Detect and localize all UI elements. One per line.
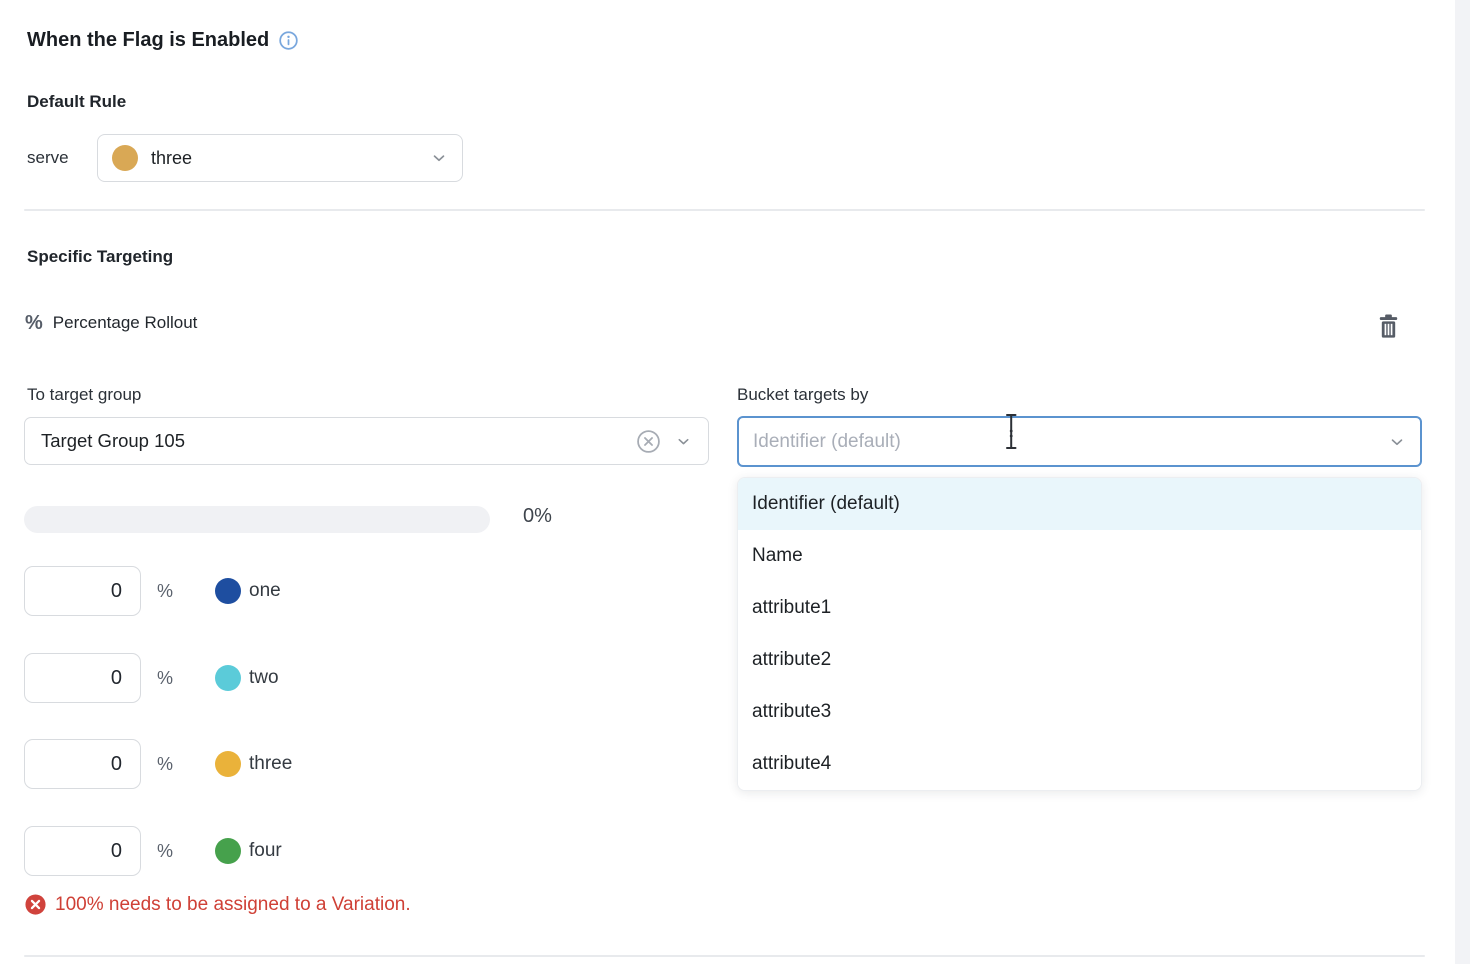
percent-sign: %	[157, 754, 179, 775]
variation-row-four: % four	[24, 826, 282, 876]
percentage-rollout-header: % Percentage Rollout	[25, 313, 197, 333]
variation-percent-input-three[interactable]	[24, 739, 141, 789]
specific-targeting-heading: Specific Targeting	[27, 247, 173, 267]
page-title: When the Flag is Enabled	[27, 29, 299, 52]
variation-name: four	[249, 840, 282, 862]
default-rule-heading: Default Rule	[27, 92, 126, 112]
variation-row-two: % two	[24, 653, 279, 703]
menu-item-attribute4[interactable]: attribute4	[738, 738, 1421, 790]
target-group-value: Target Group 105	[41, 430, 185, 452]
trash-icon[interactable]	[1371, 308, 1405, 344]
variation-row-one: % one	[24, 566, 281, 616]
percent-sign: %	[157, 841, 179, 862]
percentage-rollout-label: Percentage Rollout	[53, 313, 198, 333]
serve-variation-select[interactable]: three	[97, 134, 463, 182]
menu-item-attribute1[interactable]: attribute1	[738, 582, 1421, 634]
variation-percent-input-one[interactable]	[24, 566, 141, 616]
percent-sign: %	[157, 581, 179, 602]
section-divider-bottom	[24, 955, 1425, 957]
flag-targeting-panel: When the Flag is Enabled Default Rule se…	[0, 0, 1470, 964]
variation-color-dot	[215, 838, 241, 864]
section-divider-top	[24, 209, 1425, 211]
variation-percent-input-two[interactable]	[24, 653, 141, 703]
info-icon[interactable]	[278, 30, 299, 51]
clear-icon[interactable]	[636, 429, 661, 454]
variation-color-dot	[215, 665, 241, 691]
menu-item-attribute2[interactable]: attribute2	[738, 634, 1421, 686]
percent-icon: %	[25, 313, 43, 333]
serve-variation-value: three	[151, 148, 192, 169]
variation-percent-input-four[interactable]	[24, 826, 141, 876]
menu-item-identifier-default[interactable]: Identifier (default)	[738, 478, 1421, 530]
error-icon	[24, 893, 47, 916]
menu-item-name[interactable]: Name	[738, 530, 1421, 582]
variation-name: three	[249, 753, 292, 775]
variation-color-dot	[112, 145, 138, 171]
error-message: 100% needs to be assigned to a Variation…	[55, 894, 411, 916]
target-group-label: To target group	[27, 385, 141, 405]
serve-label: serve	[27, 148, 69, 168]
chevron-down-icon	[1388, 433, 1406, 451]
rollout-progress-bar	[24, 506, 490, 533]
page-title-text: When the Flag is Enabled	[27, 29, 269, 52]
variation-name: one	[249, 580, 281, 602]
validation-error: 100% needs to be assigned to a Variation…	[24, 893, 411, 916]
rollout-progress-percent: 0%	[523, 505, 552, 528]
right-rail	[1455, 0, 1470, 964]
bucket-targets-input[interactable]: Identifier (default)	[737, 416, 1422, 467]
percent-sign: %	[157, 668, 179, 689]
bucket-targets-menu: Identifier (default) Name attribute1 att…	[737, 477, 1422, 791]
variation-color-dot	[215, 751, 241, 777]
chevron-down-icon	[675, 433, 692, 450]
bucket-targets-label: Bucket targets by	[737, 385, 868, 405]
chevron-down-icon	[430, 149, 448, 167]
menu-item-attribute3[interactable]: attribute3	[738, 686, 1421, 738]
variation-name: two	[249, 667, 279, 689]
bucket-targets-placeholder: Identifier (default)	[753, 431, 901, 453]
target-group-select[interactable]: Target Group 105	[24, 417, 709, 465]
variation-row-three: % three	[24, 739, 292, 789]
variation-color-dot	[215, 578, 241, 604]
